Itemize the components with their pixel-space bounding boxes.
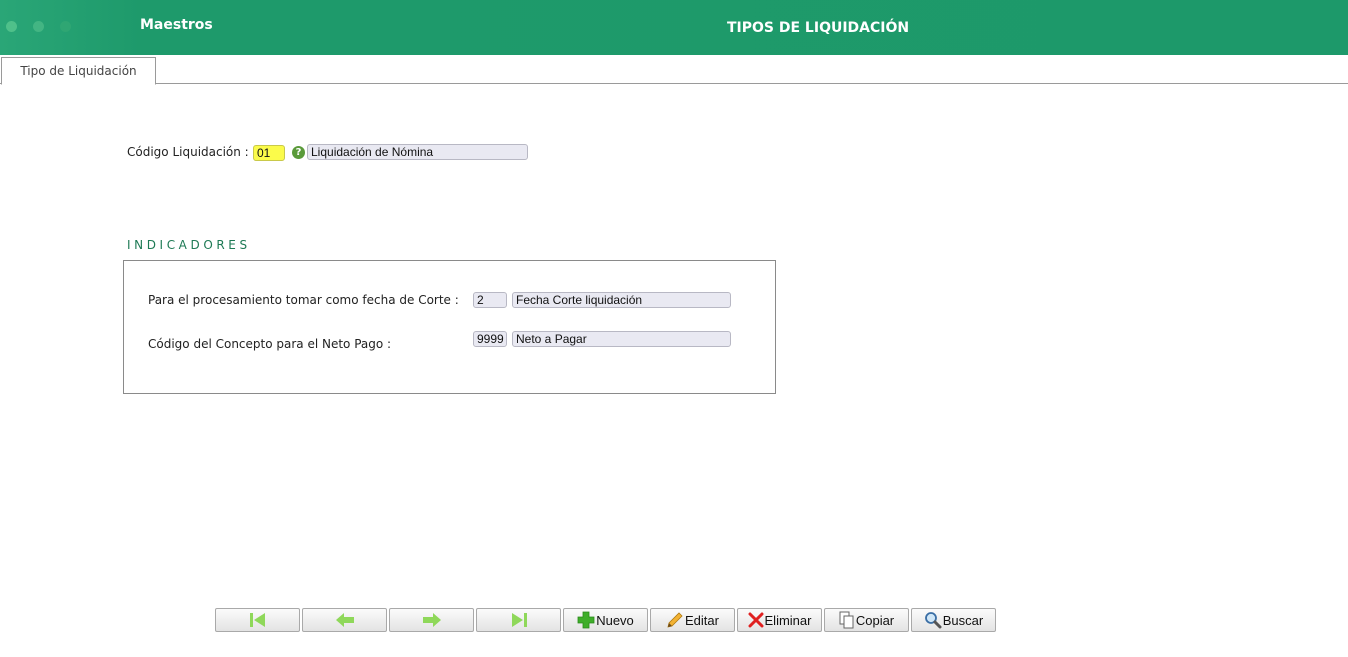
editar-label: Editar	[685, 612, 719, 628]
next-record-icon	[422, 612, 442, 628]
module-name: Maestros	[140, 17, 213, 33]
magnifier-icon	[924, 611, 942, 629]
page-title: TIPOS DE LIQUIDACIÓN	[727, 20, 910, 36]
first-record-icon	[248, 612, 268, 628]
window-dot-icon	[33, 21, 44, 32]
eliminar-button[interactable]: Eliminar	[737, 608, 822, 632]
previous-record-button[interactable]	[302, 608, 387, 632]
plus-icon	[577, 611, 595, 629]
x-icon	[748, 612, 764, 628]
indicadores-section-title: INDICADORES	[127, 238, 251, 252]
copiar-button[interactable]: Copiar	[824, 608, 909, 632]
first-record-button[interactable]	[215, 608, 300, 632]
indicadores-panel: Para el procesamiento tomar como fecha d…	[123, 260, 776, 394]
app-header: Maestros TIPOS DE LIQUIDACIÓN	[0, 0, 1348, 55]
fecha-corte-description-field: Fecha Corte liquidación	[512, 292, 731, 308]
neto-pago-description-field: Neto a Pagar	[512, 331, 731, 347]
previous-record-icon	[335, 612, 355, 628]
next-record-button[interactable]	[389, 608, 474, 632]
pencil-icon	[666, 611, 684, 629]
tab-bar: Tipo de Liquidación	[0, 55, 1348, 85]
fecha-corte-label: Para el procesamiento tomar como fecha d…	[148, 293, 459, 307]
fecha-corte-code-input[interactable]: 2	[473, 292, 507, 308]
buscar-button[interactable]: Buscar	[911, 608, 996, 632]
codigo-liquidacion-label: Código Liquidación :	[127, 145, 249, 159]
copy-icon	[839, 611, 855, 629]
help-icon[interactable]: ?	[292, 146, 305, 159]
tab-tipo-de-liquidacion[interactable]: Tipo de Liquidación	[1, 57, 156, 85]
window-dot-icon	[6, 21, 17, 32]
eliminar-label: Eliminar	[764, 612, 812, 628]
buscar-label: Buscar	[942, 612, 984, 628]
last-record-icon	[509, 612, 529, 628]
nuevo-label: Nuevo	[596, 612, 634, 628]
copiar-label: Copiar	[855, 612, 895, 628]
neto-pago-code-input[interactable]: 9999	[473, 331, 507, 347]
liquidacion-description-field: Liquidación de Nómina	[307, 144, 528, 160]
window-dot-icon	[60, 21, 71, 32]
nuevo-button[interactable]: Nuevo	[563, 608, 648, 632]
editar-button[interactable]: Editar	[650, 608, 735, 632]
codigo-liquidacion-input[interactable]: 01	[253, 145, 285, 161]
last-record-button[interactable]	[476, 608, 561, 632]
neto-pago-label: Código del Concepto para el Neto Pago :	[148, 337, 392, 351]
